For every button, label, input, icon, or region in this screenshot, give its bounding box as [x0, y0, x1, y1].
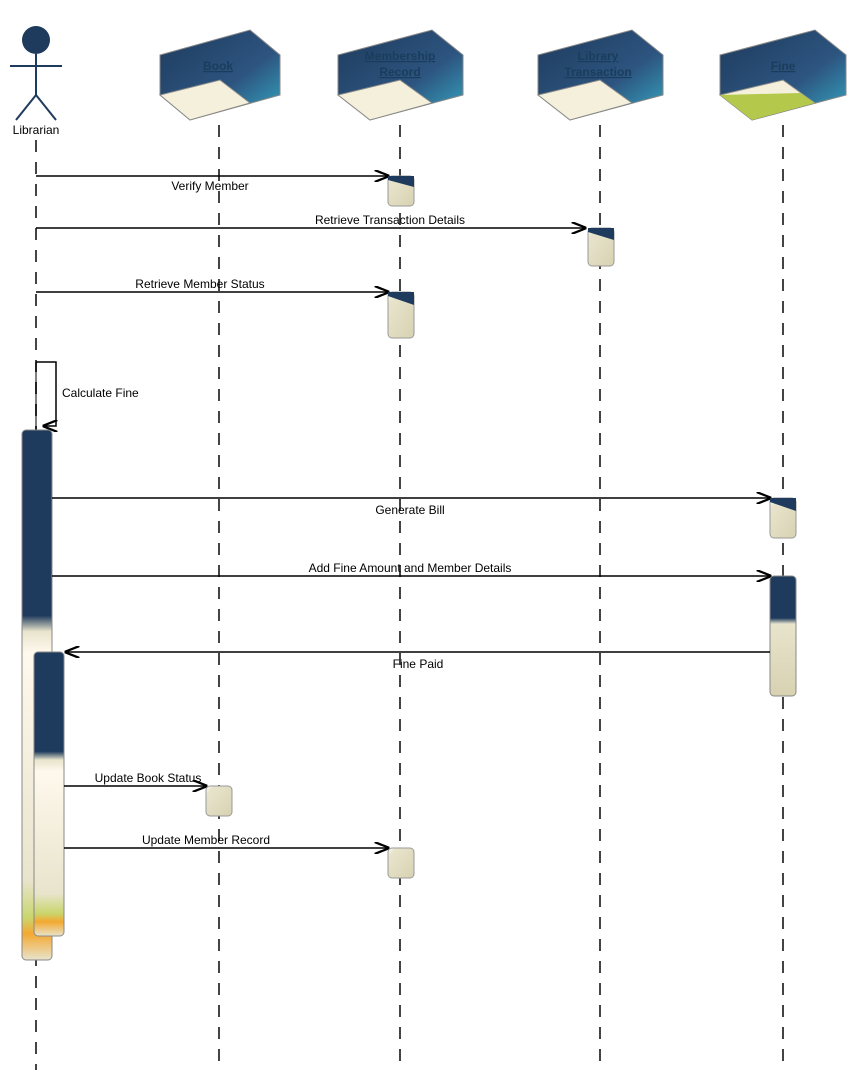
actor-librarian: Librarian	[10, 26, 62, 137]
svg-text:Add Fine Amount and Member Det: Add Fine Amount and Member Details	[309, 561, 512, 575]
actor-label: Librarian	[13, 123, 60, 137]
svg-text:Retrieve Transaction Details: Retrieve Transaction Details	[315, 213, 465, 227]
svg-text:Calculate Fine: Calculate Fine	[62, 386, 139, 400]
participant-library-transaction: Library Transaction	[538, 30, 663, 120]
participant-fine: Fine	[720, 30, 846, 120]
svg-text:Transaction: Transaction	[564, 65, 631, 79]
svg-text:Update Member Record: Update Member Record	[142, 833, 270, 847]
svg-text:Fine: Fine	[771, 59, 796, 73]
svg-text:Record: Record	[379, 65, 420, 79]
activation-fine-2	[770, 576, 796, 696]
participant-book: Book	[160, 30, 280, 120]
activation-book-1	[206, 786, 232, 816]
svg-text:Generate Bill: Generate Bill	[375, 503, 444, 517]
svg-text:Update Book Status: Update Book Status	[95, 771, 202, 785]
svg-text:Book: Book	[203, 59, 233, 73]
participant-membership-record: Membership Record	[338, 30, 463, 120]
msg-calculate-fine: Calculate Fine	[36, 362, 139, 430]
activation-librarian-nested	[34, 652, 64, 936]
activation-membership-3	[388, 848, 414, 878]
svg-text:Verify Member: Verify Member	[171, 179, 248, 193]
svg-text:Fine Paid: Fine Paid	[393, 657, 444, 671]
svg-text:Library: Library	[578, 49, 619, 63]
svg-text:Membership: Membership	[365, 49, 436, 63]
svg-text:Retrieve Member Status: Retrieve Member Status	[135, 277, 264, 291]
